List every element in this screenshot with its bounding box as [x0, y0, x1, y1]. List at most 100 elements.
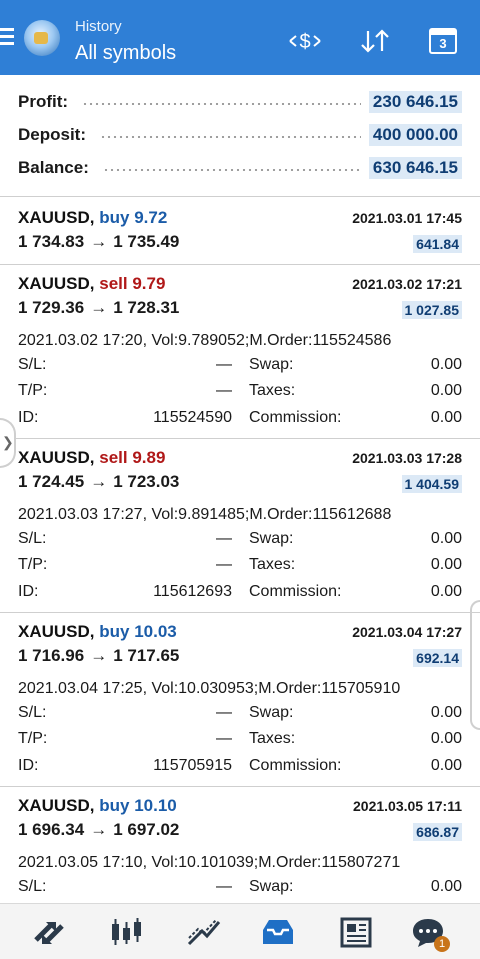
app-header: History All symbols $ 3 [0, 0, 480, 75]
detail-row: T/P: — Taxes: 0.00 [18, 730, 462, 752]
calendar-icon[interactable]: 3 [426, 26, 460, 56]
arrow-right-icon: → [90, 820, 108, 839]
deal-time: 2021.03.05 17:11 [353, 798, 462, 814]
swap-label: Swap: [249, 704, 294, 721]
chat-icon[interactable]: 1 [408, 914, 450, 952]
profit-row: Profit: 230 646.15 [18, 88, 462, 116]
close-price: 1 697.02 [113, 820, 180, 839]
open-price: 1 724.45 [18, 472, 85, 491]
swap-label: Swap: [249, 878, 294, 895]
sl-label: S/L: [18, 356, 47, 373]
menu-icon[interactable] [0, 28, 14, 46]
commission-value: 0.00 [430, 583, 462, 600]
tp-value: — [216, 382, 232, 399]
deal-row-expanded[interactable]: XAUUSD, buy 10.03 2021.03.04 17:27 1 716… [0, 612, 480, 786]
id-value: 115705915 [153, 757, 232, 774]
deal-title: XAUUSD, buy 9.72 [18, 208, 167, 228]
arrow-right-icon: → [90, 472, 108, 491]
id-value: 115524590 [153, 409, 232, 426]
taxes-label: Taxes: [249, 556, 296, 573]
swap-value: 0.00 [430, 530, 462, 547]
swap-value: 0.00 [430, 878, 462, 895]
deposit-row: Deposit: 400 000.00 [18, 121, 462, 149]
swap-label: Swap: [249, 356, 294, 373]
deal-action: buy 9.72 [99, 208, 168, 227]
tp-value: — [216, 730, 232, 747]
id-label: ID: [18, 583, 39, 600]
swap-value: 0.00 [430, 704, 462, 721]
commission-label: Commission: [249, 757, 342, 774]
swap-value: 0.00 [430, 356, 462, 373]
currency-exchange-icon[interactable]: $ [288, 26, 322, 56]
deal-prices: 1 716.96 → 1 717.65 [18, 646, 179, 666]
taxes-value: 0.00 [430, 556, 462, 573]
header-subtitle: History [75, 18, 122, 35]
deal-title: XAUUSD, buy 10.03 [18, 622, 177, 642]
deal-prices: 1 724.45 → 1 723.03 [18, 472, 179, 492]
app-logo-icon[interactable] [24, 20, 60, 56]
deal-profit: 692.14 [413, 649, 462, 667]
commission-label: Commission: [249, 409, 342, 426]
sl-label: S/L: [18, 878, 47, 895]
sort-icon[interactable] [358, 26, 392, 56]
detail-row: T/P: — Taxes: 0.00 [18, 556, 462, 578]
close-price: 1 735.49 [113, 232, 180, 251]
sl-value: — [216, 704, 232, 721]
deal-time: 2021.03.02 17:21 [352, 276, 462, 292]
taxes-label: Taxes: [249, 382, 296, 399]
deal-action: buy 10.10 [99, 796, 177, 815]
close-price: 1 728.31 [113, 298, 180, 317]
deal-title: XAUUSD, buy 10.10 [18, 796, 177, 816]
sl-label: S/L: [18, 704, 47, 721]
calendar-day: 3 [439, 36, 447, 51]
sl-value: — [216, 356, 232, 373]
deal-row-expanded[interactable]: XAUUSD, sell 9.79 2021.03.02 17:21 1 729… [0, 264, 480, 438]
trade-icon[interactable] [184, 914, 224, 950]
news-icon[interactable] [336, 914, 376, 950]
detail-row: T/P: — Taxes: 0.00 [18, 382, 462, 404]
commission-label: Commission: [249, 583, 342, 600]
deal-action: sell 9.89 [99, 448, 166, 467]
deal-row[interactable]: XAUUSD, buy 9.72 2021.03.01 17:45 1 734.… [0, 198, 480, 264]
chevron-right-icon: ❯ [2, 434, 14, 450]
deal-profit: 686.87 [413, 823, 462, 841]
deal-detail: 2021.03.05 17:10, Vol:10.101039;M.Order:… [18, 854, 401, 871]
sl-value: — [216, 878, 232, 895]
deal-row-expanded[interactable]: XAUUSD, sell 9.89 2021.03.03 17:28 1 724… [0, 438, 480, 612]
id-value: 115612693 [153, 583, 232, 600]
arrow-right-icon: → [90, 646, 108, 665]
open-price: 1 729.36 [18, 298, 85, 317]
scroll-handle[interactable] [470, 600, 480, 730]
deal-title: XAUUSD, sell 9.89 [18, 448, 165, 468]
deal-prices: 1 734.83 → 1 735.49 [18, 232, 179, 252]
commission-value: 0.00 [430, 409, 462, 426]
open-price: 1 716.96 [18, 646, 85, 665]
arrow-right-icon: → [90, 298, 108, 317]
arrow-right-icon: → [90, 232, 108, 251]
history-icon[interactable] [258, 914, 298, 950]
tp-label: T/P: [18, 382, 48, 399]
deal-row-expanded[interactable]: XAUUSD, buy 10.10 2021.03.05 17:11 1 696… [0, 786, 480, 903]
quotes-icon[interactable] [30, 914, 70, 950]
open-price: 1 696.34 [18, 820, 85, 839]
balance-label: Balance: [18, 158, 89, 177]
detail-row: ID: 115612693 Commission: 0.00 [18, 583, 462, 605]
detail-row: S/L: — Swap: 0.00 [18, 878, 462, 900]
deal-action: sell 9.79 [99, 274, 166, 293]
header-title[interactable]: All symbols [75, 42, 176, 65]
deal-symbol: XAUUSD, [18, 796, 95, 815]
deal-profit: 641.84 [413, 235, 462, 253]
close-price: 1 723.03 [113, 472, 180, 491]
chart-candles-icon[interactable] [106, 914, 146, 950]
close-price: 1 717.65 [113, 646, 180, 665]
deposit-value: 400 000.00 [368, 124, 462, 146]
svg-text:$: $ [299, 31, 310, 53]
profit-label: Profit: [18, 92, 69, 111]
commission-value: 0.00 [430, 757, 462, 774]
deal-profit: 1 404.59 [401, 475, 462, 493]
detail-row: S/L: — Swap: 0.00 [18, 530, 462, 552]
tp-label: T/P: [18, 556, 48, 573]
deal-time: 2021.03.03 17:28 [352, 450, 462, 466]
chat-badge: 1 [434, 936, 450, 952]
sl-label: S/L: [18, 530, 47, 547]
